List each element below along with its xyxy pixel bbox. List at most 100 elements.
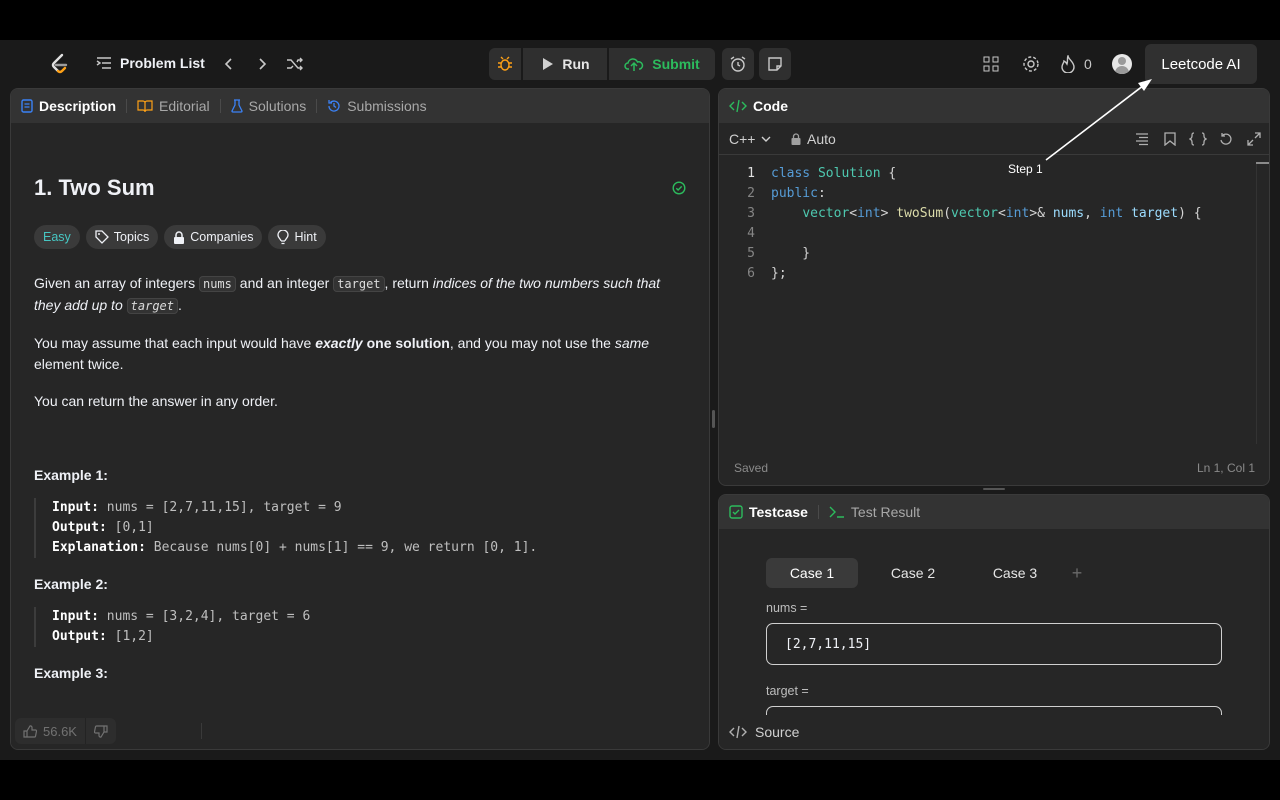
input-value: nums = [2,7,11,15], target = 9 (106, 500, 342, 515)
submit-button[interactable]: Submit (609, 48, 715, 80)
line-number: 4 (747, 226, 755, 241)
dislike-button[interactable] (86, 718, 116, 744)
next-problem-button[interactable] (246, 48, 278, 80)
submit-label: Submit (652, 56, 700, 72)
tab-submissions-label: Submissions (347, 98, 427, 114)
case-1-tab[interactable]: Case 1 (766, 558, 858, 588)
add-case-button[interactable]: + (1065, 558, 1089, 588)
tab-editorial[interactable]: Editorial (137, 98, 210, 114)
case-3-tab[interactable]: Case 3 (969, 558, 1061, 588)
problem-statement-3: You can return the answer in any order. (34, 393, 278, 409)
footer-divider (201, 723, 202, 739)
example-2-title: Example 2: (34, 576, 108, 592)
history-icon (328, 100, 340, 112)
bookmark-icon[interactable] (1164, 132, 1176, 146)
tab-test-result[interactable]: Test Result (829, 504, 920, 520)
output-label: Output: (52, 629, 107, 644)
play-icon (543, 58, 554, 70)
line-number: 5 (747, 246, 755, 261)
vertical-resize-handle[interactable] (712, 410, 715, 428)
app-window: Problem List Run Submit 0 Leetcode AI De… (0, 40, 1280, 760)
checkbox-icon (729, 505, 743, 519)
editor-ruler (1256, 164, 1257, 444)
tab-submissions[interactable]: Submissions (327, 98, 427, 114)
code-line-3: 3 vector<int> twoSum(vector<int>& nums, … (719, 204, 1259, 224)
lightbulb-icon (277, 229, 290, 244)
cursor-position: Ln 1, Col 1 (1196, 461, 1255, 475)
hint-chip[interactable]: Hint (268, 225, 326, 249)
like-button[interactable]: 56.6K (15, 718, 85, 744)
tab-divider (219, 99, 221, 113)
reset-icon[interactable] (1219, 132, 1233, 146)
statement-italic: same (614, 335, 650, 351)
horizontal-resize-handle[interactable] (983, 488, 1005, 490)
case-2-tab[interactable]: Case 2 (867, 558, 959, 588)
editor-scrollbar[interactable] (1256, 162, 1269, 164)
random-problem-button[interactable] (279, 48, 311, 80)
inline-code: target (333, 276, 385, 292)
notes-button[interactable] (759, 48, 791, 80)
example-2-block: Input: nums = [3,2,4], target = 6 Output… (34, 607, 684, 647)
leetcode-ai-button[interactable]: Leetcode AI (1145, 44, 1257, 84)
description-footer: 56.6K (11, 713, 709, 749)
thumbs-down-icon (93, 724, 108, 738)
tab-testcase[interactable]: Testcase (729, 504, 808, 520)
bug-icon (498, 56, 512, 71)
timer-button[interactable] (722, 48, 754, 80)
problem-list-button[interactable]: Problem List (96, 55, 205, 71)
nums-input[interactable]: [2,7,11,15] (766, 623, 1222, 665)
description-tabs: Description Editorial Solutions Submissi… (11, 89, 709, 123)
cloud-upload-icon (624, 58, 644, 71)
explanation-value: Because nums[0] + nums[1] == 9, we retur… (153, 540, 538, 555)
fire-icon (1061, 55, 1075, 73)
chevron-right-icon (259, 58, 267, 70)
like-dislike-group: 56.6K (15, 718, 116, 744)
statement-bold-italic: exactly (315, 335, 363, 351)
topics-chip[interactable]: Topics (85, 225, 159, 249)
avatar[interactable] (1112, 54, 1132, 74)
testcase-panel: Testcase Test Result Case 1 Case 2 Case … (718, 494, 1270, 750)
tab-solutions-label: Solutions (248, 98, 307, 114)
list-icon (96, 57, 111, 69)
statement-text: Given an array of integers (34, 275, 199, 291)
hint-label: Hint (294, 229, 317, 244)
braces-icon[interactable] (1189, 132, 1207, 146)
code-line-6: 6}; (719, 264, 1259, 284)
gear-icon (1023, 56, 1039, 72)
terminal-icon (829, 506, 844, 518)
save-status: Saved (734, 461, 769, 475)
companies-chip[interactable]: Companies (164, 225, 263, 249)
debug-button[interactable] (489, 48, 521, 80)
code-tab[interactable]: Code (729, 98, 788, 114)
language-select[interactable]: C++ (729, 131, 771, 147)
input-label: Input: (52, 500, 99, 515)
leetcode-logo-icon[interactable] (48, 52, 72, 76)
auto-mode-toggle[interactable]: Auto (791, 131, 836, 147)
statement-text: element twice. (34, 356, 124, 372)
inline-code: target (126, 298, 178, 314)
lock-icon (791, 132, 801, 145)
code-editor[interactable]: 1 class Solution { 2 public: 3 vector<int>… (719, 164, 1259, 284)
run-button[interactable]: Run (523, 48, 607, 80)
tab-solutions[interactable]: Solutions (230, 98, 307, 114)
chevron-left-icon (224, 58, 232, 70)
input-value: nums = [3,2,4], target = 6 (106, 609, 311, 624)
streak-counter[interactable]: 0 (1060, 55, 1092, 73)
expand-icon[interactable] (1247, 132, 1261, 146)
prev-problem-button[interactable] (213, 48, 245, 80)
example-1-title: Example 1: (34, 467, 108, 483)
output-label: Output: (52, 520, 107, 535)
run-submit-group: Run Submit (489, 48, 715, 80)
tab-test-result-label: Test Result (850, 504, 921, 520)
source-toggle[interactable]: Source (719, 715, 1269, 749)
statement-text: . (178, 297, 182, 313)
problem-tags: Easy Topics Companies Hint (34, 225, 684, 249)
problem-statement-1: Given an array of integers nums and an i… (34, 273, 684, 317)
example-3-title: Example 3: (34, 665, 108, 681)
tab-description[interactable]: Description (21, 98, 116, 114)
problem-list-label: Problem List (120, 55, 205, 71)
problem-statement-2: You may assume that each input would hav… (34, 333, 684, 375)
code-panel: Code C++ Auto 1 class Solution { 2 public:… (718, 88, 1270, 486)
streak-count: 0 (1084, 56, 1092, 72)
layout-button[interactable] (975, 48, 1007, 80)
